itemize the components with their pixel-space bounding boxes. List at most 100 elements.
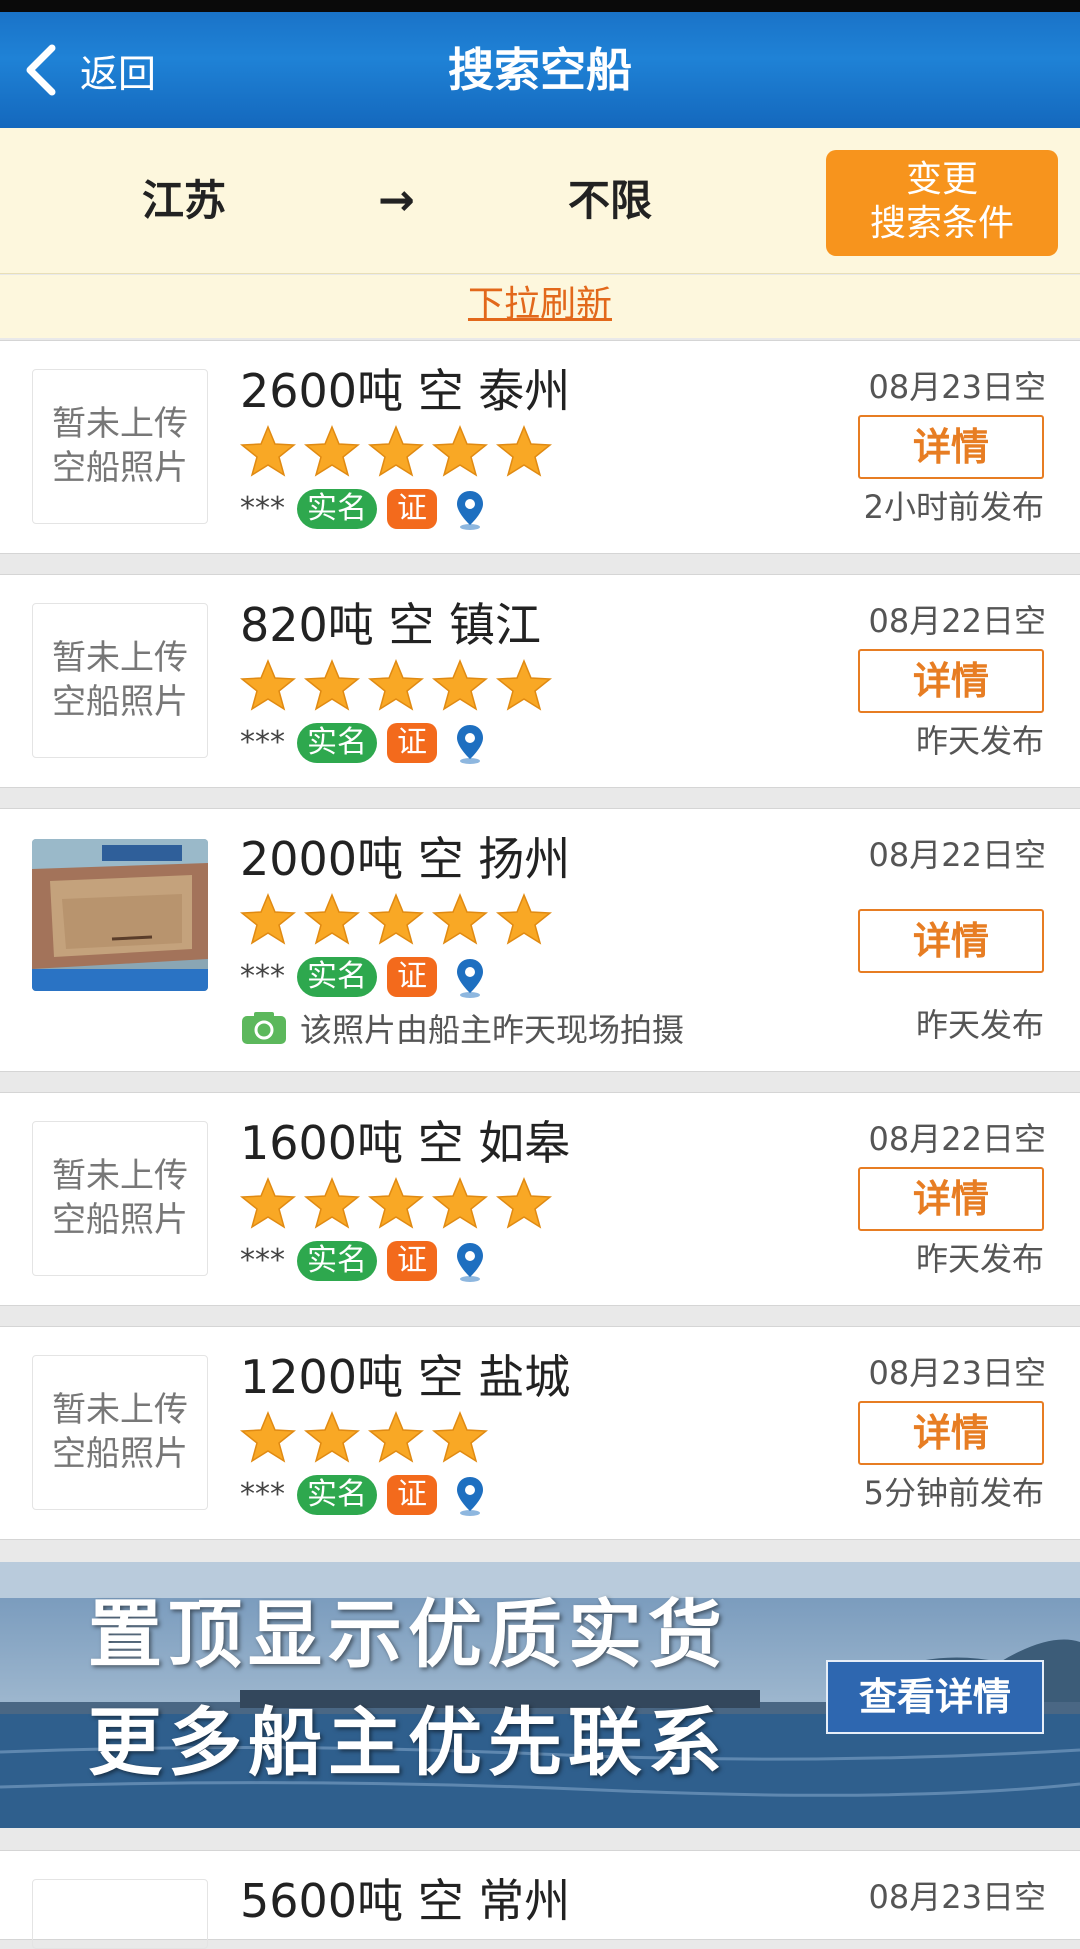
- ship-tags: *** 实名 证: [240, 1473, 487, 1517]
- ship-card[interactable]: 2000吨 空 扬州 *** 实名 证 该照片由船主昨天现场拍摄 08月22日空…: [0, 808, 1080, 1072]
- ship-title: 5600吨 空 常州: [240, 1874, 571, 1928]
- page-title: 搜索空船: [448, 43, 632, 97]
- detail-button[interactable]: 详情: [858, 909, 1044, 973]
- star-icon: [304, 1411, 360, 1463]
- placeholder-line: 暂未上传: [52, 638, 188, 678]
- location-pin-icon: [457, 1243, 483, 1282]
- ship-card[interactable]: 5600吨 空 常州 08月23日空: [0, 1850, 1080, 1949]
- ship-card[interactable]: 暂未上传 空船照片 1200吨 空 盐城 *** 实名 证 08月23日空 详情…: [0, 1326, 1080, 1540]
- star-icon: [368, 659, 424, 711]
- verified-name-badge: 实名: [297, 957, 377, 997]
- ship-photo[interactable]: [32, 839, 208, 991]
- photo-note: 该照片由船主昨天现场拍摄: [240, 1005, 684, 1051]
- no-photo-placeholder: 暂未上传 空船照片: [32, 369, 208, 524]
- star-icon: [432, 1411, 488, 1463]
- promo-banner[interactable]: 置顶显示优质实货 更多船主优先联系 查看详情: [0, 1562, 1080, 1828]
- route-bar: 江苏 → 不限 变更 搜索条件: [0, 128, 1080, 274]
- pull-refresh-link[interactable]: 下拉刷新: [468, 284, 612, 325]
- verified-name-badge: 实名: [297, 723, 377, 763]
- change-search-button[interactable]: 变更 搜索条件: [826, 150, 1058, 256]
- star-icon: [368, 1177, 424, 1229]
- owner-name: ***: [240, 1243, 285, 1278]
- banner-detail-button[interactable]: 查看详情: [826, 1660, 1044, 1734]
- no-photo-placeholder: 暂未上传 空船照片: [32, 603, 208, 758]
- ship-tags: *** 实名 证: [240, 1239, 487, 1283]
- placeholder-line: 空船照片: [52, 1200, 188, 1240]
- ship-title: 820吨 空 镇江: [240, 598, 542, 652]
- posted-time: 2小时前发布: [863, 488, 1044, 526]
- empty-date: 08月23日空: [868, 1878, 1046, 1916]
- star-icon: [368, 425, 424, 477]
- banner-subline: 更多船主优先联系: [88, 1700, 728, 1786]
- placeholder-line: 暂未上传: [52, 1156, 188, 1196]
- route-origin[interactable]: 江苏: [142, 176, 226, 226]
- posted-time: 昨天发布: [915, 722, 1044, 760]
- star-icon: [240, 1177, 296, 1229]
- detail-button[interactable]: 详情: [858, 1401, 1044, 1465]
- no-photo-placeholder: [32, 1879, 208, 1949]
- detail-button[interactable]: 详情: [858, 1167, 1044, 1231]
- ship-title: 2600吨 空 泰州: [240, 364, 571, 418]
- pull-refresh-bar: 下拉刷新: [0, 275, 1080, 338]
- star-icon: [368, 893, 424, 945]
- rating-stars: [240, 659, 560, 711]
- empty-date: 08月22日空: [868, 602, 1046, 640]
- ship-title: 1600吨 空 如皋: [240, 1116, 571, 1170]
- star-icon: [368, 1411, 424, 1463]
- rating-stars: [240, 893, 560, 945]
- no-photo-placeholder: 暂未上传 空船照片: [32, 1121, 208, 1276]
- route-destination[interactable]: 不限: [568, 176, 652, 226]
- posted-time: 昨天发布: [915, 1006, 1044, 1044]
- star-icon: [496, 425, 552, 477]
- placeholder-line: 空船照片: [52, 448, 188, 488]
- certificate-badge: 证: [387, 1241, 437, 1281]
- star-icon: [240, 659, 296, 711]
- empty-date: 08月23日空: [868, 1354, 1046, 1392]
- status-bar: [0, 0, 1080, 12]
- location-pin-icon: [457, 725, 483, 764]
- ship-card[interactable]: 暂未上传 空船照片 2600吨 空 泰州 *** 实名 证 08月23日空 详情…: [0, 340, 1080, 554]
- location-pin-icon: [457, 491, 483, 530]
- owner-name: ***: [240, 725, 285, 760]
- owner-name: ***: [240, 959, 285, 994]
- star-icon: [240, 425, 296, 477]
- ship-title: 1200吨 空 盐城: [240, 1350, 571, 1404]
- ship-tags: *** 实名 证: [240, 721, 487, 765]
- detail-button[interactable]: 详情: [858, 415, 1044, 479]
- posted-time: 昨天发布: [915, 1240, 1044, 1278]
- rating-stars: [240, 1411, 496, 1463]
- star-icon: [304, 893, 360, 945]
- placeholder-line: 空船照片: [52, 1434, 188, 1474]
- owner-name: ***: [240, 491, 285, 526]
- star-icon: [304, 1177, 360, 1229]
- placeholder-line: 空船照片: [52, 682, 188, 722]
- certificate-badge: 证: [387, 957, 437, 997]
- ship-tags: *** 实名 证: [240, 487, 487, 531]
- no-photo-placeholder: 暂未上传 空船照片: [32, 1355, 208, 1510]
- ship-card[interactable]: 暂未上传 空船照片 1600吨 空 如皋 *** 实名 证 08月22日空 详情…: [0, 1092, 1080, 1306]
- star-icon: [304, 425, 360, 477]
- certificate-badge: 证: [387, 1475, 437, 1515]
- star-icon: [240, 893, 296, 945]
- star-icon: [432, 425, 488, 477]
- verified-name-badge: 实名: [297, 489, 377, 529]
- change-search-label-1: 变更: [905, 159, 978, 200]
- placeholder-line: 暂未上传: [52, 1390, 188, 1430]
- change-search-label-2: 搜索条件: [869, 203, 1014, 244]
- location-pin-icon: [457, 959, 483, 998]
- ship-title: 2000吨 空 扬州: [240, 832, 571, 886]
- star-icon: [240, 1411, 296, 1463]
- empty-date: 08月22日空: [868, 1120, 1046, 1158]
- rating-stars: [240, 1177, 560, 1229]
- owner-name: ***: [240, 1477, 285, 1512]
- detail-button[interactable]: 详情: [858, 649, 1044, 713]
- star-icon: [496, 659, 552, 711]
- verified-name-badge: 实名: [297, 1475, 377, 1515]
- placeholder-line: 暂未上传: [52, 404, 188, 444]
- rating-stars: [240, 425, 560, 477]
- ship-card[interactable]: 暂未上传 空船照片 820吨 空 镇江 *** 实名 证 08月22日空 详情 …: [0, 574, 1080, 788]
- certificate-badge: 证: [387, 489, 437, 529]
- empty-date: 08月23日空: [868, 368, 1046, 406]
- photo-note-text: 该照片由船主昨天现场拍摄: [300, 1011, 685, 1049]
- location-pin-icon: [457, 1477, 483, 1516]
